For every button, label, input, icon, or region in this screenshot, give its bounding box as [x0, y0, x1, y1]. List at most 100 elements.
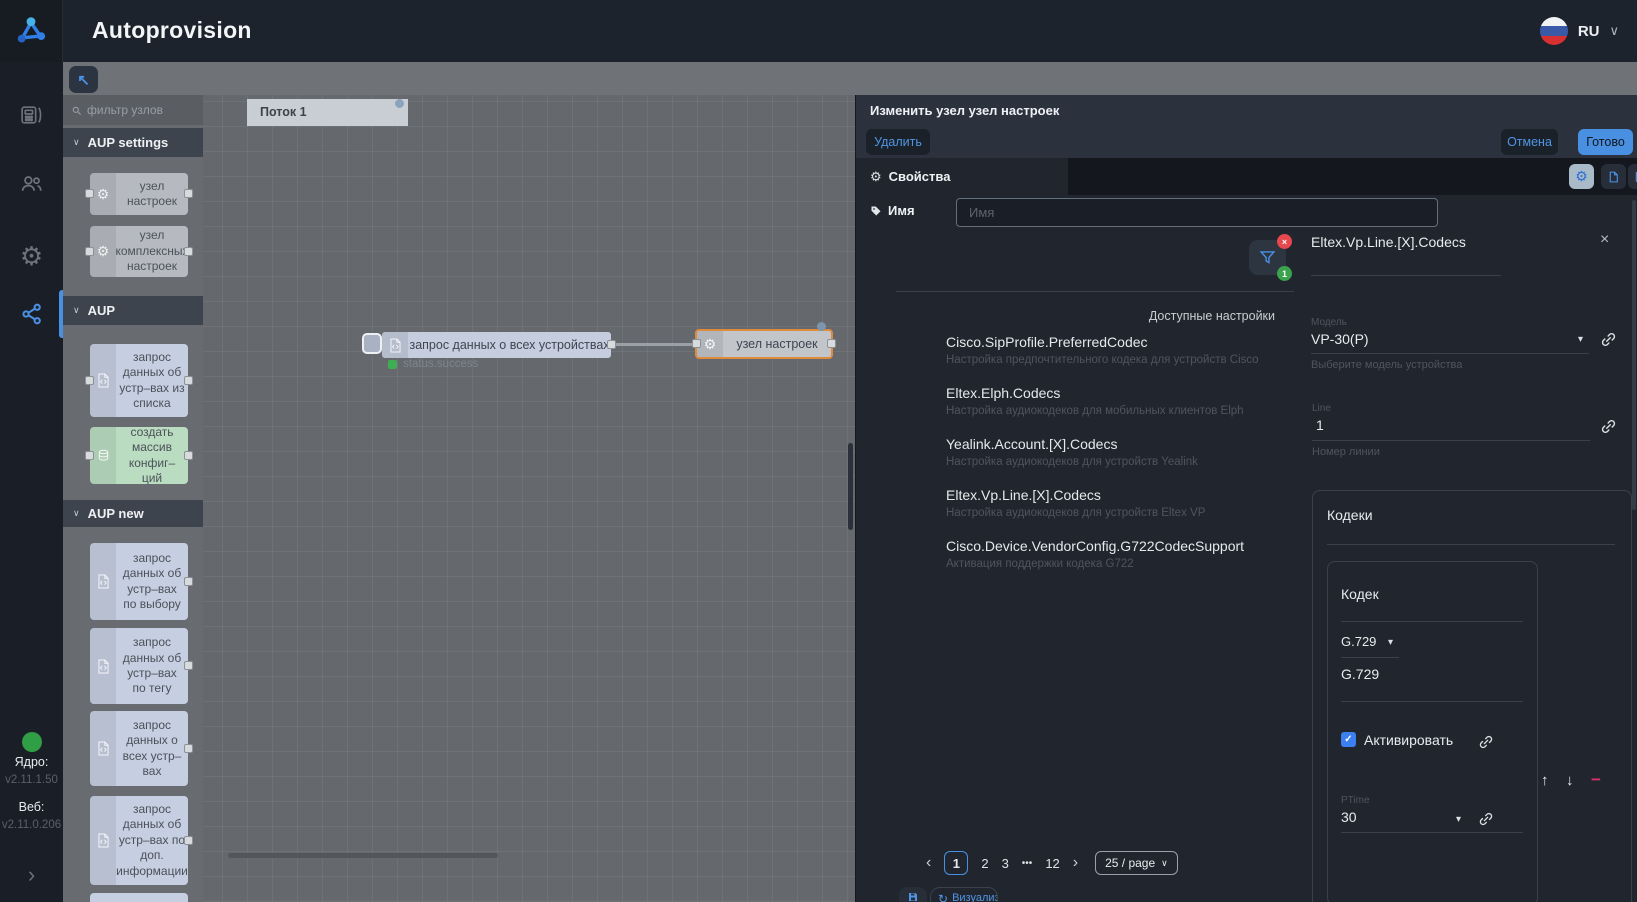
per-page-select[interactable]: 25 / page ∨ [1095, 851, 1178, 875]
pagination-page[interactable]: 2 [981, 856, 988, 871]
editor-scrollbar[interactable] [1632, 200, 1636, 510]
codec-name-value[interactable]: G.729 [1341, 666, 1379, 682]
app-logo[interactable] [0, 0, 63, 62]
node-palette: фильтр узлов ∨ AUP settings ⚙ узел настр… [63, 95, 203, 902]
caret-down-icon[interactable]: ▾ [1578, 334, 1583, 345]
floppy-icon [907, 891, 919, 902]
pagination-page-active[interactable]: 1 [944, 851, 968, 875]
input-port[interactable] [692, 339, 701, 348]
document-view-button[interactable] [1601, 164, 1626, 189]
output-port[interactable] [827, 339, 836, 348]
field-underline [1311, 353, 1589, 354]
file-code-icon [90, 543, 116, 620]
pagination-ellipsis[interactable]: ••• [1022, 858, 1033, 869]
caret-down-icon[interactable]: ▾ [1388, 637, 1393, 648]
palette-group-aup[interactable]: ∨ AUP [63, 296, 203, 325]
divider [1327, 544, 1615, 545]
detail-title: Eltex.Vp.Line.[X].Codecs [1311, 234, 1466, 250]
setting-list-item[interactable]: Eltex.Elph.Codecs Настройка аудиокодеков… [946, 385, 1276, 417]
palette-node[interactable]: запрос данных о всех устр–вах [90, 711, 188, 786]
palette-node[interactable]: запрос данных об устр–вах по доп. информ… [90, 796, 188, 885]
flow-tab-dot [395, 99, 404, 108]
canvas-node-label: запрос данных о всех устройствах [408, 338, 611, 352]
palette-node[interactable]: запрос данных об устр–вах из списка [90, 344, 188, 417]
palette-group-aup-settings[interactable]: ∨ AUP settings [63, 128, 203, 157]
caret-down-icon[interactable]: ▾ [1456, 814, 1461, 825]
setting-list-item[interactable]: Yealink.Account.[X].Codecs Настройка ауд… [946, 436, 1276, 468]
output-port[interactable] [607, 340, 616, 349]
chevron-down-icon: ∨ [1161, 858, 1168, 869]
link-icon[interactable] [1600, 418, 1617, 440]
phone-device-icon [19, 102, 44, 127]
palette-node[interactable]: ⚙ узел комплексных настроек [90, 226, 188, 277]
layout-view-button-clipped[interactable] [1628, 164, 1637, 189]
sidebar: ⚙ Ядро: v2.11.1.50 Веб: v2.11.0.206 › [0, 62, 63, 902]
close-icon[interactable]: × [1600, 231, 1609, 249]
move-up-icon[interactable]: ↑ [1541, 772, 1549, 789]
node-status: status.success [388, 358, 478, 370]
gear-icon: ⚙ [870, 169, 882, 185]
canvas-node-query-all[interactable]: запрос данных о всех устройствах [382, 332, 611, 358]
codec-title: Кодек [1341, 586, 1379, 602]
pagination-page[interactable]: 3 [1002, 856, 1009, 871]
palette-filter-input[interactable]: фильтр узлов [63, 95, 203, 125]
palette-node[interactable]: ⚙ узел настроек [90, 173, 188, 215]
canvas-node-label: узел настроек [723, 337, 831, 351]
activate-checkbox-checked[interactable]: ✓ [1341, 732, 1356, 747]
save-button-clipped[interactable] [899, 887, 927, 902]
tab-properties[interactable]: ⚙ Свойства [856, 158, 1068, 195]
ptime-select-value[interactable]: 30 [1341, 809, 1357, 825]
sidebar-item-settings[interactable]: ⚙ [0, 230, 63, 282]
sidebar-item-users[interactable] [0, 157, 63, 209]
delete-button[interactable]: Удалить [866, 129, 930, 155]
core-version: v2.11.1.50 [0, 774, 63, 786]
remove-codec-icon[interactable]: − [1591, 770, 1601, 790]
name-field-label: Имя [870, 203, 915, 218]
flow-tab[interactable]: Поток 1 [247, 99, 408, 126]
canvas-horizontal-scrollbar[interactable] [228, 853, 498, 858]
chevron-down-icon: ∨ [73, 305, 80, 316]
filter-clear-badge[interactable]: × [1277, 234, 1292, 249]
move-down-icon[interactable]: ↓ [1566, 772, 1574, 789]
line-hint: Номер линии [1312, 446, 1380, 458]
model-select-value[interactable]: VP-30(P) [1311, 331, 1369, 347]
file-code-icon [90, 711, 116, 786]
sidebar-expand-chevron[interactable]: › [0, 862, 63, 888]
chevron-down-icon: ∨ [73, 508, 80, 519]
pagination-next-icon[interactable]: › [1073, 854, 1078, 872]
connection-edge [616, 343, 696, 346]
link-icon[interactable] [1478, 734, 1494, 755]
canvas-vertical-scrollbar[interactable] [848, 443, 853, 530]
language-selector[interactable]: RU ∨ [1540, 0, 1619, 62]
name-input[interactable] [956, 198, 1438, 227]
setting-list-item[interactable]: Eltex.Vp.Line.[X].Codecs Настройка аудио… [946, 487, 1276, 519]
palette-node-partial[interactable] [90, 893, 188, 902]
file-code-icon [382, 332, 408, 358]
setting-list-item[interactable]: Cisco.SipProfile.PreferredCodec Настройк… [946, 334, 1276, 366]
node-checkbox[interactable] [362, 333, 382, 354]
link-icon[interactable] [1600, 331, 1617, 353]
done-button[interactable]: Готово [1578, 129, 1633, 155]
pagination-page[interactable]: 12 [1045, 856, 1059, 871]
properties-view-button[interactable]: ⚙ [1569, 164, 1594, 189]
sidebar-item-flows-active[interactable] [0, 288, 63, 340]
pagination-prev-icon[interactable]: ‹ [926, 854, 931, 872]
cancel-button[interactable]: Отмена [1501, 129, 1558, 155]
palette-group-aup-new[interactable]: ∨ AUP new [63, 500, 203, 527]
users-icon [19, 171, 44, 196]
setting-list-item[interactable]: Cisco.Device.VendorConfig.G722CodecSuppo… [946, 538, 1276, 570]
node-handle-dot[interactable] [817, 322, 826, 331]
palette-node[interactable]: создать массив конфиг–ций [90, 427, 188, 484]
link-icon[interactable] [1478, 811, 1494, 832]
filter-button[interactable]: × 1 [1249, 240, 1286, 275]
cursor-arrow-icon: ↖ [77, 71, 90, 89]
available-settings-header: Доступные настройки [1056, 309, 1275, 323]
palette-node[interactable]: запрос данных об устр–вах по выбору [90, 543, 188, 620]
codec-select-value[interactable]: G.729 [1341, 634, 1376, 649]
select-tool-button[interactable]: ↖ [69, 66, 98, 93]
visualize-button-clipped[interactable]: ↻ Визуализация [930, 887, 998, 902]
canvas-node-settings-selected[interactable]: ⚙ узел настроек [695, 329, 833, 359]
palette-node[interactable]: запрос данных об устр–вах по тегу [90, 628, 188, 704]
sidebar-item-devices[interactable] [0, 88, 63, 140]
line-input-value[interactable]: 1 [1316, 417, 1324, 433]
